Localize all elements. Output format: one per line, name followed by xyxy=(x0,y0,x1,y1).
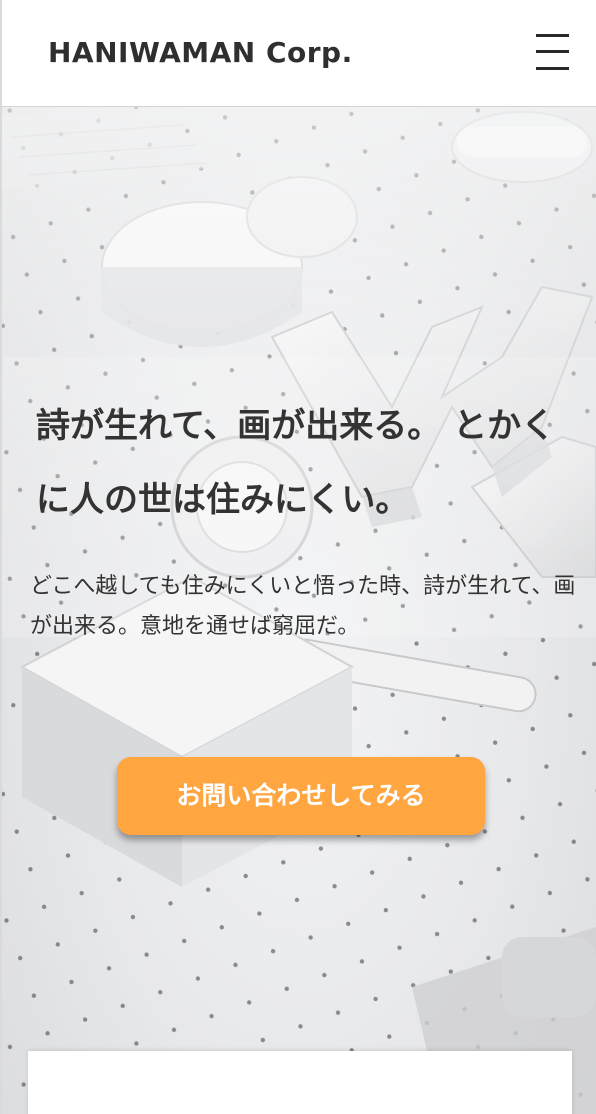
menu-line xyxy=(536,50,569,53)
hamburger-menu-icon[interactable] xyxy=(534,34,572,72)
site-header: HANIWAMAN Corp. xyxy=(2,0,596,107)
hero-section: 詩が生れて、画が出来る。 とかくに人の世は住みにくい。 どこへ越しても住みにくい… xyxy=(2,107,596,1114)
page: HANIWAMAN Corp. 詩が生れて、画が出来る。 とかくに人の世は住みに… xyxy=(0,0,596,1114)
contact-button[interactable]: お問い合わせしてみる xyxy=(117,757,485,835)
hero-subtext: どこへ越しても住みにくいと悟った時、詩が生れて、画が出来る。意地を通せば窮屈だ。 xyxy=(30,574,576,639)
menu-line xyxy=(536,67,569,70)
site-logo[interactable]: HANIWAMAN Corp. xyxy=(48,36,353,69)
menu-line xyxy=(536,34,569,37)
content-card xyxy=(28,1051,572,1114)
hero-headline: 詩が生れて、画が出来る。 とかくに人の世は住みにくい。 xyxy=(36,406,556,520)
